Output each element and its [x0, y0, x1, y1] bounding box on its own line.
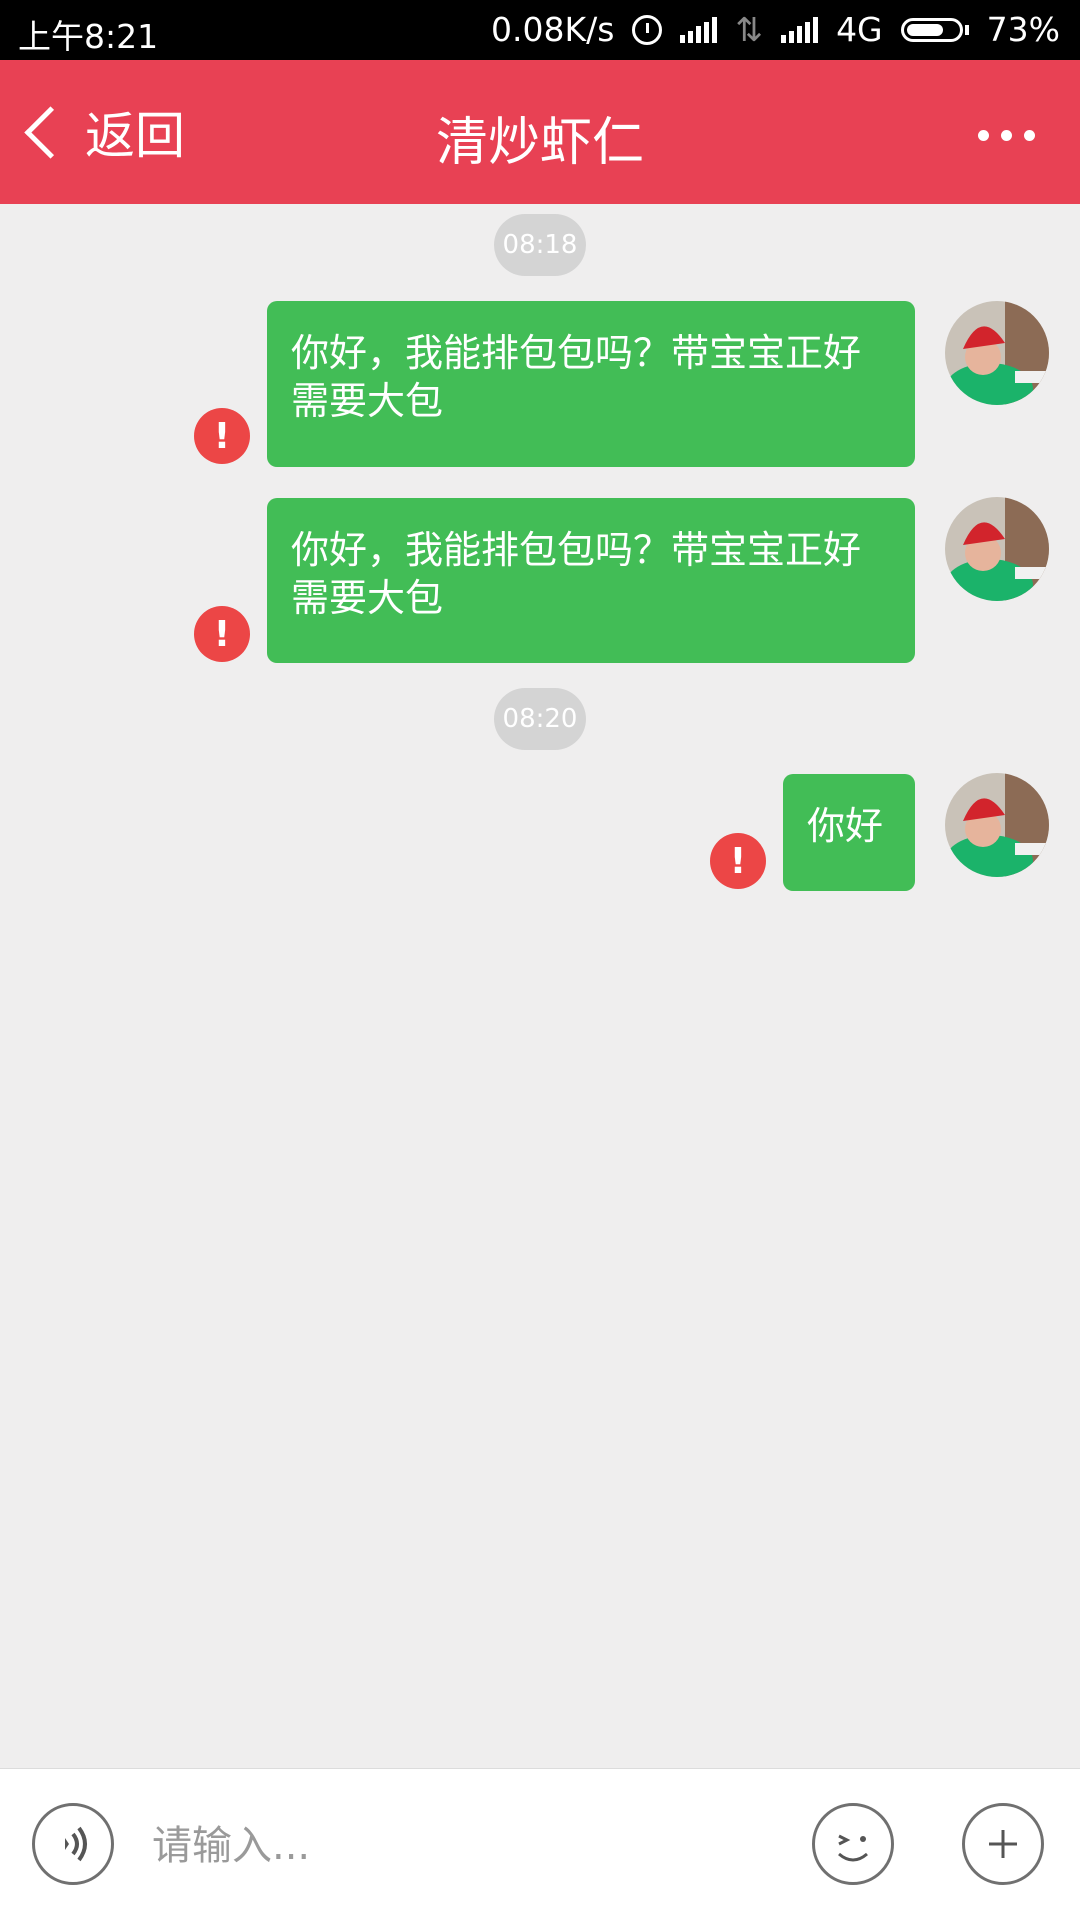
- voice-button[interactable]: [32, 1803, 114, 1885]
- status-bar: 上午8:21 0.08K/s ⇅ 4G 73%: [0, 0, 1080, 60]
- more-dots-icon[interactable]: [978, 130, 1035, 141]
- status-icons: 0.08K/s ⇅ 4G 73%: [491, 10, 1060, 49]
- avatar[interactable]: [945, 773, 1049, 877]
- battery-icon: [900, 17, 969, 42]
- send-failed-icon[interactable]: !: [194, 606, 250, 662]
- message-timestamp: 08:20: [494, 688, 586, 750]
- signal-icon: [680, 16, 718, 43]
- avatar[interactable]: [945, 497, 1049, 601]
- voice-icon: [65, 1826, 87, 1862]
- send-failed-icon[interactable]: !: [194, 408, 250, 464]
- message-bubble[interactable]: 你好，我能排包包吗？带宝宝正好需要大包: [267, 498, 915, 663]
- network-type: 4G: [836, 10, 883, 49]
- message-bubble[interactable]: 你好，我能排包包吗？带宝宝正好需要大包: [267, 301, 915, 467]
- signal-icon: [781, 16, 819, 43]
- battery-percent: 73%: [986, 10, 1060, 49]
- emoji-button[interactable]: [812, 1803, 894, 1885]
- message-bubble[interactable]: 你好: [783, 774, 915, 891]
- net-speed: 0.08K/s: [490, 10, 615, 49]
- status-time: 上午8:21: [18, 17, 159, 56]
- data-transfer-icon: ⇅: [735, 10, 764, 49]
- plus-button[interactable]: [962, 1803, 1044, 1885]
- message-timestamp: 08:18: [494, 214, 586, 276]
- send-failed-icon[interactable]: !: [710, 833, 766, 889]
- plus-icon: [989, 1830, 1017, 1858]
- alarm-icon: [632, 14, 663, 45]
- page-title: 清炒虾仁: [435, 113, 644, 173]
- chat-header: 返回 清炒虾仁: [0, 60, 1080, 204]
- emoji-icon: [838, 1834, 868, 1862]
- avatar[interactable]: [945, 301, 1049, 405]
- input-bar: [0, 1768, 1080, 1921]
- message-input[interactable]: [150, 1809, 774, 1883]
